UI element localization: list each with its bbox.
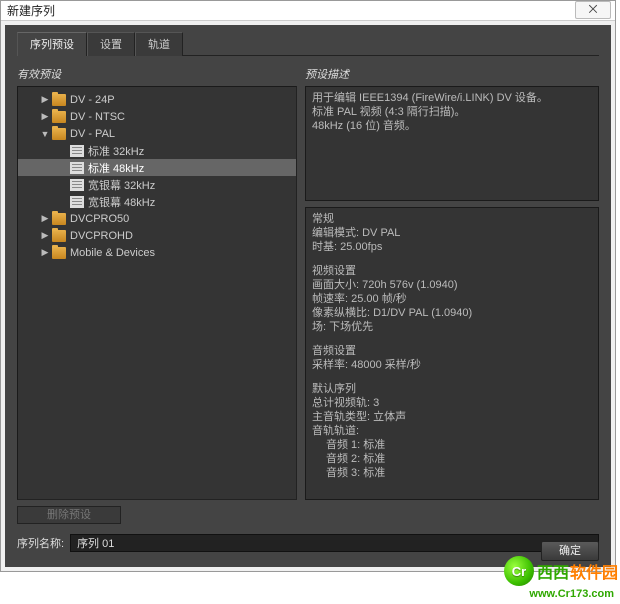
dialog-window: 新建序列 ⨉ 序列预设 设置 轨道 有效预设 ▶ DV - 24P ▶ DV - NT…	[0, 0, 616, 572]
folder-icon	[52, 247, 66, 259]
tab-tracks[interactable]: 轨道	[135, 32, 183, 56]
spec-heading-general: 常规	[312, 212, 592, 226]
panel-body: 序列预设 设置 轨道 有效预设 ▶ DV - 24P ▶ DV - NTSC ▼ DV -…	[5, 25, 611, 567]
tree-folder[interactable]: ▶ DV - 24P	[18, 91, 296, 108]
preset-icon	[70, 162, 84, 174]
spec-line: 帧速率: 25.00 帧/秒	[312, 292, 592, 306]
close-button[interactable]: ⨉	[575, 1, 611, 19]
ok-button[interactable]: 确定	[541, 541, 599, 561]
disclosure-arrow-icon[interactable]: ▶	[40, 94, 50, 105]
desc-line: 48kHz (16 位) 音频。	[312, 119, 592, 133]
tree-folder[interactable]: ▶ DVCPROHD	[18, 227, 296, 244]
spec-line: 像素纵横比: D1/DV PAL (1.0940)	[312, 306, 592, 320]
preset-description[interactable]: 用于编辑 IEEE1394 (FireWire/i.LINK) DV 设备。 标…	[305, 86, 599, 201]
tree-item-label: Mobile & Devices	[70, 247, 155, 259]
spec-line: 采样率: 48000 采样/秒	[312, 358, 592, 372]
desc-line: 标准 PAL 视频 (4:3 隔行扫描)。	[312, 105, 592, 119]
tree-preset[interactable]: 标准 48kHz	[18, 159, 296, 176]
spec-heading-audio: 音频设置	[312, 344, 592, 358]
folder-icon	[52, 111, 66, 123]
window-title: 新建序列	[7, 0, 55, 21]
disclosure-arrow-icon[interactable]: ▶	[40, 230, 50, 241]
tree-item-label: 标准 48kHz	[88, 160, 144, 176]
spec-heading-seq: 默认序列	[312, 382, 592, 396]
tree-preset[interactable]: 宽银幕 48kHz	[18, 193, 296, 210]
spec-line: 音轨轨道:	[312, 424, 592, 438]
tree-item-label: DVCPROHD	[70, 230, 133, 242]
tree-item-label: 标准 32kHz	[88, 143, 144, 159]
spec-heading-video: 视频设置	[312, 264, 592, 278]
preset-icon	[70, 196, 84, 208]
preset-icon	[70, 145, 84, 157]
tree-preset[interactable]: 宽银幕 32kHz	[18, 176, 296, 193]
left-heading: 有效预设	[17, 66, 297, 82]
folder-icon	[52, 230, 66, 242]
desc-line: 用于编辑 IEEE1394 (FireWire/i.LINK) DV 设备。	[312, 91, 592, 105]
spec-line: 画面大小: 720h 576v (1.0940)	[312, 278, 592, 292]
folder-icon	[52, 128, 66, 140]
tab-presets[interactable]: 序列预设	[17, 32, 87, 56]
right-heading: 预设描述	[305, 66, 599, 82]
disclosure-arrow-icon[interactable]: ▶	[40, 247, 50, 258]
footer-row: 序列名称: 序列 01	[17, 534, 599, 552]
spec-line: 音频 1: 标准	[312, 438, 592, 452]
close-icon: ⨉	[589, 4, 598, 16]
spec-line: 时基: 25.00fps	[312, 240, 592, 254]
sequence-name-input[interactable]: 序列 01	[70, 534, 599, 552]
tab-bar: 序列预设 设置 轨道	[17, 31, 599, 56]
spec-line: 总计视频轨: 3	[312, 396, 592, 410]
preset-tree[interactable]: ▶ DV - 24P ▶ DV - NTSC ▼ DV - PAL 标准 32kHz标准 4…	[18, 87, 296, 265]
preset-spec[interactable]: 常规 编辑模式: DV PAL 时基: 25.00fps 视频设置 画面大小: …	[305, 207, 599, 500]
sequence-name-label: 序列名称:	[17, 535, 64, 551]
disclosure-arrow-icon[interactable]: ▼	[40, 129, 50, 139]
left-column: 有效预设 ▶ DV - 24P ▶ DV - NTSC ▼ DV - PAL 标准 32kH…	[17, 66, 297, 500]
watermark-url: www.Cr173.com	[529, 588, 614, 600]
spec-line: 主音轨类型: 立体声	[312, 410, 592, 424]
spec-line: 编辑模式: DV PAL	[312, 226, 592, 240]
tree-item-label: DV - 24P	[70, 94, 115, 106]
right-column: 预设描述 用于编辑 IEEE1394 (FireWire/i.LINK) DV …	[305, 66, 599, 500]
titlebar: 新建序列 ⨉	[1, 1, 615, 21]
content-area: 有效预设 ▶ DV - 24P ▶ DV - NTSC ▼ DV - PAL 标准 32kH…	[17, 66, 599, 500]
tree-item-label: DVCPRO50	[70, 213, 129, 225]
spec-line: 场: 下场优先	[312, 320, 592, 334]
tree-item-label: 宽银幕 32kHz	[88, 177, 155, 193]
tree-item-label: DV - PAL	[70, 128, 115, 140]
tree-folder[interactable]: ▶ DV - NTSC	[18, 108, 296, 125]
preset-icon	[70, 179, 84, 191]
folder-icon	[52, 213, 66, 225]
disclosure-arrow-icon[interactable]: ▶	[40, 111, 50, 122]
tree-folder[interactable]: ▼ DV - PAL	[18, 125, 296, 142]
spec-line: 音频 3: 标准	[312, 466, 592, 480]
spec-line: 音频 2: 标准	[312, 452, 592, 466]
preset-tree-box: ▶ DV - 24P ▶ DV - NTSC ▼ DV - PAL 标准 32kHz标准 4…	[17, 86, 297, 500]
tree-folder[interactable]: ▶ Mobile & Devices	[18, 244, 296, 261]
disclosure-arrow-icon[interactable]: ▶	[40, 213, 50, 224]
delete-preset-button: 删除预设	[17, 506, 121, 524]
dialog-buttons: 确定	[541, 541, 599, 561]
right-inner: 用于编辑 IEEE1394 (FireWire/i.LINK) DV 设备。 标…	[305, 86, 599, 500]
folder-icon	[52, 94, 66, 106]
tree-folder[interactable]: ▶ DVCPRO50	[18, 210, 296, 227]
tab-settings[interactable]: 设置	[87, 32, 135, 56]
tree-preset[interactable]: 标准 32kHz	[18, 142, 296, 159]
tree-item-label: DV - NTSC	[70, 111, 125, 123]
tree-item-label: 宽银幕 48kHz	[88, 194, 155, 210]
